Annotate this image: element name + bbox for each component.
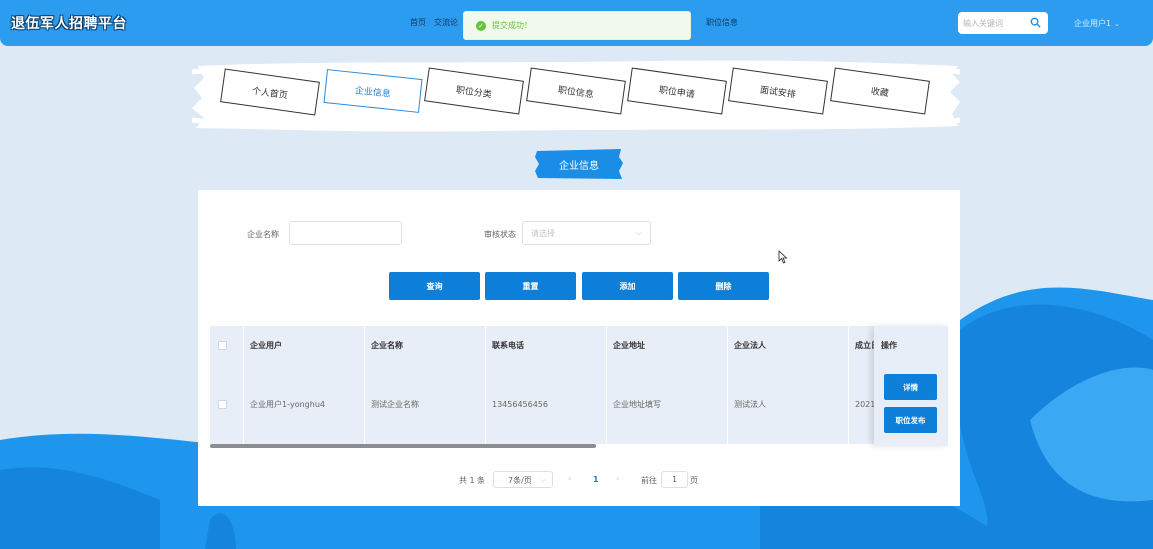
delete-button[interactable]: 删除 [678,272,769,300]
success-toast: ✓ 提交成功！ [463,11,691,40]
header-address[interactable]: 企业地址 [606,326,727,364]
tab-label: 职位分类 [455,85,493,100]
search-input[interactable] [958,12,1028,34]
tab-label: 面试安排 [759,85,797,100]
tab-label: 职位信息 [557,85,595,100]
section-title-text: 企业信息 [559,160,599,172]
tab-label: 职位申请 [658,85,696,100]
column-divider [606,326,607,448]
query-button[interactable]: 查询 [389,272,480,300]
status-label: 审核状态 [484,230,516,239]
next-page-icon[interactable]: › [616,474,619,483]
brand-title[interactable]: 退伍军人招聘平台 [11,13,127,33]
goto-page-input[interactable]: 1 [661,471,688,488]
select-all-cell [210,326,243,364]
horizontal-scrollbar[interactable] [210,444,596,448]
cell-phone: 13456456456 [492,399,548,409]
tab-label: 企业信息 [354,85,392,100]
search-icon[interactable] [1030,17,1041,28]
header-legal-person[interactable]: 企业法人 [727,326,848,364]
status-placeholder: 请选择 [531,229,555,238]
row-checkbox[interactable] [218,399,227,409]
cell-legal-person: 测试法人 [734,399,766,409]
tab-label: 收藏 [870,86,890,99]
header-company-user[interactable]: 企业用户 [243,326,364,364]
status-select[interactable]: 请选择 ⌵ [522,221,651,245]
main-panel: 企业名称 审核状态 请选择 ⌵ 查询 重置 添加 删除 企业用户 企业名称 联系… [198,190,960,506]
nav-item-job-info[interactable]: 职位信息 [706,17,738,28]
data-table: 企业用户 企业名称 联系电话 企业地址 企业法人 成立日 企业用户1-yongh… [210,326,948,448]
row-select-cell [210,364,243,444]
top-nav: 首页 交流论 职位信息 [410,17,738,28]
user-menu-label: 企业用户1 [1074,19,1112,28]
company-name-input[interactable] [289,221,402,245]
column-divider [727,326,728,448]
page-size-value: 7条/页 [508,476,532,485]
tab-strip: 个人首页 企业信息 职位分类 职位信息 职位申请 面试安排 收藏 [192,58,960,134]
cell-company-user: 企业用户1-yonghu4 [250,399,325,409]
pagination-total: 共 1 条 [459,476,486,485]
header-phone[interactable]: 联系电话 [485,326,606,364]
check-circle-icon: ✓ [476,20,486,31]
prev-page-icon[interactable]: ‹ [568,474,571,483]
publish-job-button[interactable]: 职位发布 [884,407,937,433]
toast-message: 提交成功！ [492,21,532,30]
nav-item-forum[interactable]: 交流论 [434,17,458,28]
cell-address: 企业地址填写 [613,399,661,409]
user-menu[interactable]: 企业用户1 ⌄ [1074,18,1120,29]
search-box [958,12,1048,34]
column-divider [848,326,849,448]
pagination: 共 1 条 7条/页 ⌵ ‹ 1 › 前往 1 页 [198,471,960,489]
goto-label: 前往 [641,476,657,485]
column-divider [485,326,486,448]
mouse-cursor-icon [778,250,788,264]
header-company-name[interactable]: 企业名称 [364,326,485,364]
page-unit-label: 页 [690,476,698,485]
add-button[interactable]: 添加 [582,272,673,300]
chevron-down-icon: ⌄ [1114,20,1120,28]
chevron-down-icon: ⌵ [539,475,546,484]
cell-company-name: 测试企业名称 [371,399,419,409]
nav-item-home[interactable]: 首页 [410,17,426,28]
section-title: 企业信息 [535,149,623,179]
detail-button[interactable]: 详情 [884,374,937,400]
page-size-select[interactable]: 7条/页 ⌵ [493,471,553,488]
reset-button[interactable]: 重置 [485,272,576,300]
table-header: 企业用户 企业名称 联系电话 企业地址 企业法人 成立日 [210,326,948,364]
header-operations: 操作 [881,341,897,350]
operations-column: 操作 详情 职位发布 [874,326,948,446]
table-row: 企业用户1-yonghu4 测试企业名称 13456456456 企业地址填写 … [210,364,948,444]
column-divider [364,326,365,448]
chevron-down-icon: ⌵ [635,228,642,237]
select-all-checkbox[interactable] [218,340,227,350]
company-name-label: 企业名称 [247,230,279,239]
tab-label: 个人首页 [251,86,289,101]
current-page[interactable]: 1 [593,475,599,484]
column-divider [243,326,244,448]
